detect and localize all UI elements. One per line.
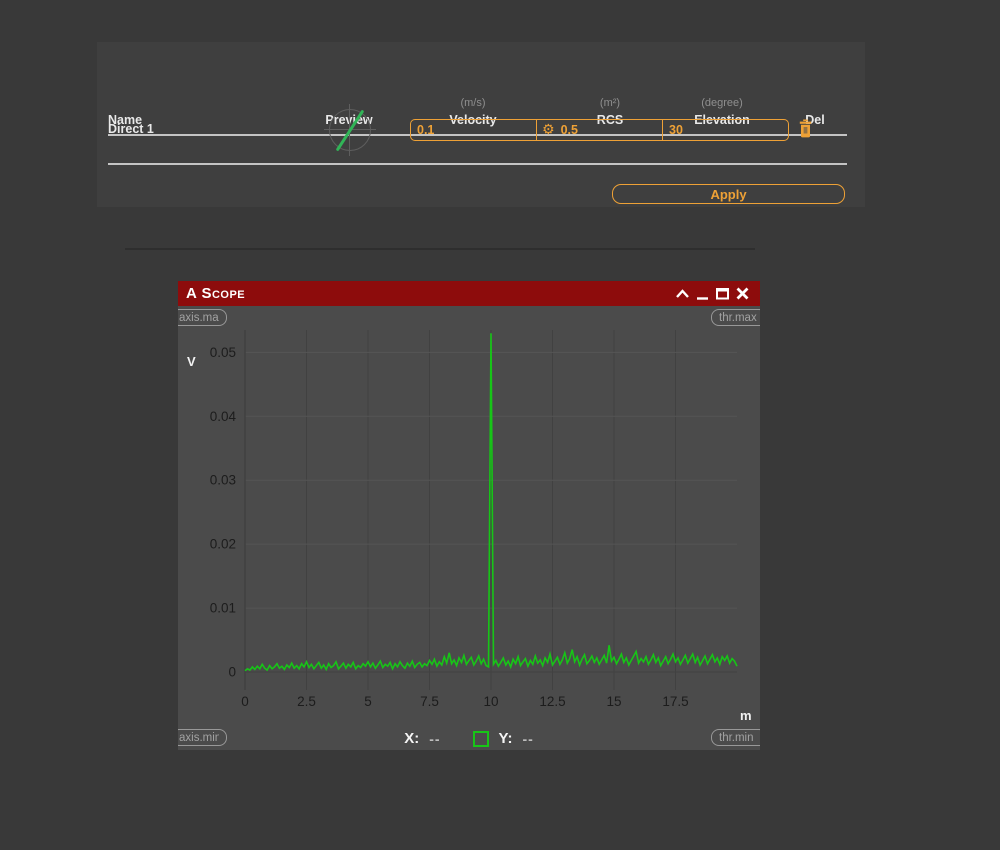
velocity-unit: (m/s) [460,97,485,109]
velocity-input[interactable] [411,123,536,137]
svg-text:10: 10 [483,694,498,709]
elevation-unit: (degree) [701,97,743,109]
rcs-unit: (m²) [600,97,620,109]
x-readout-label: X: [404,730,419,747]
trash-icon [798,119,813,138]
velocity-cell [411,120,536,140]
x-readout-value: -- [429,731,440,747]
chevron-up-icon [675,288,690,300]
svg-text:0.05: 0.05 [210,345,236,360]
svg-text:0.02: 0.02 [210,537,236,552]
svg-text:12.5: 12.5 [539,694,565,709]
svg-text:15: 15 [606,694,621,709]
ascope-window: A Scope 0 2.5 5 7.5 10 [178,281,760,750]
svg-text:0.04: 0.04 [210,409,237,424]
elevation-cell [662,120,789,140]
apply-button[interactable]: Apply [612,184,845,204]
x-axis-unit: m [740,708,752,723]
maximize-icon [715,287,730,300]
svg-text:7.5: 7.5 [420,694,439,709]
gear-icon[interactable]: ⚙ [542,123,555,137]
y-axis-unit: V [187,354,196,369]
ascope-body: 0 2.5 5 7.5 10 12.5 15 17.5 0 0.01 0.02 0.03 0.04 0.0… [178,306,760,750]
ascope-chart[interactable]: 0 2.5 5 7.5 10 12.5 15 17.5 0 0.01 0.02 0.03 0.04 0.0… [178,306,760,750]
minimize-button[interactable] [692,284,712,304]
cursor-readout: X: -- Y: -- [178,730,760,747]
ascope-titlebar[interactable]: A Scope [178,281,760,306]
svg-text:0: 0 [228,665,236,680]
crosshair-preview [322,102,378,158]
rcs-input[interactable] [555,123,662,137]
target-parameter-inputs: ⚙ [410,119,789,141]
section-divider [125,248,755,250]
row-divider [108,163,847,165]
elevation-input[interactable] [663,123,789,137]
delete-target-button[interactable] [796,119,814,140]
close-button[interactable] [732,284,752,304]
close-icon [735,287,750,300]
minimize-icon [695,288,710,300]
target-name: Direct 1 [108,122,154,136]
collapse-button[interactable] [672,284,692,304]
svg-text:17.5: 17.5 [662,694,688,709]
rcs-cell: ⚙ [536,120,662,140]
svg-text:0.01: 0.01 [210,601,236,616]
y-readout-label: Y: [499,730,513,747]
y-readout-value: -- [522,731,533,747]
target-table-panel: (m/s) (m²) (degree) Name Preview Velocit… [97,42,865,207]
maximize-button[interactable] [712,284,732,304]
window-title: A Scope [186,285,672,302]
svg-text:0: 0 [241,694,249,709]
svg-text:2.5: 2.5 [297,694,316,709]
svg-text:0.03: 0.03 [210,473,236,488]
legend-swatch[interactable] [473,731,489,747]
svg-text:5: 5 [364,694,372,709]
